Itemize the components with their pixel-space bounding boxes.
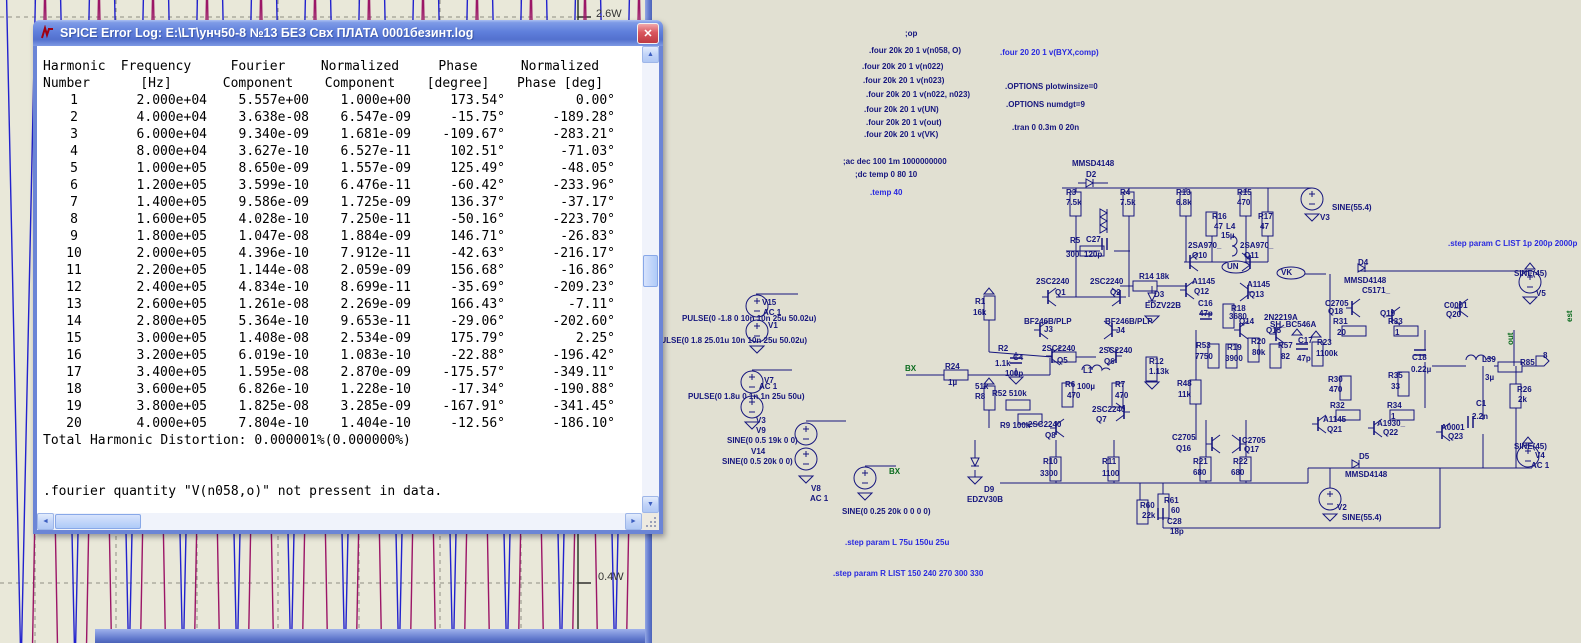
log-total-line: Total Harmonic Distortion: 0.000001%(0.0… [43,433,411,448]
scroll-right-button[interactable]: ► [625,513,642,530]
log-table-row: 5 1.000e+05 8.650e-09 1.557e-09 125.49° -48.0… [70,161,615,176]
log-table-row: 17 3.400e+05 1.595e-08 2.870e-09 -175.57° -34… [66,365,615,380]
waveform-window-bottom-frame [95,629,647,643]
log-table-row: 12 2.400e+05 4.834e-10 8.699e-11 -35.69° -209… [66,280,615,295]
log-error-line: .fourier quantity "V(n058,o)" not presse… [43,484,443,499]
ltspice-app-icon [41,25,53,39]
log-table-row: 3 6.000e+04 9.340e-09 1.681e-09 -109.67° -283… [70,127,615,142]
log-table-row: 20 4.000e+05 7.804e-10 1.404e-10 -12.56° -186… [66,416,615,431]
vertical-scroll-thumb[interactable] [643,255,658,287]
close-icon: ✕ [643,27,653,40]
window-titlebar[interactable]: SPICE Error Log: E:\LT\унч50-8 №13 БЕЗ С… [33,20,663,46]
log-table-row: 16 3.200e+05 6.019e-10 1.083e-10 -22.88° -196… [66,348,615,363]
log-table-row: 11 2.200e+05 1.144e-08 2.059e-09 156.68° -16.… [66,263,615,278]
spice-error-log-window: SPICE Error Log: E:\LT\унч50-8 №13 БЕЗ С… [33,20,663,534]
log-table-row: 8 1.600e+05 4.028e-10 7.250e-11 -50.16° -223.… [70,212,615,227]
log-table-header: Harmonic Frequency Fourier Normalized Phase N… [43,59,600,74]
scroll-up-icon: ▲ [647,51,654,58]
vertical-scrollbar[interactable]: ▲ ▼ [642,46,659,513]
log-table-row: 14 2.800e+05 5.364e-10 9.653e-11 -29.06° -202… [66,314,615,329]
log-table-row: 15 3.000e+05 1.408e-08 2.534e-09 175.79° 2.25… [66,331,615,346]
scroll-down-button[interactable]: ▼ [642,496,659,513]
log-table-row: 9 1.800e+05 1.047e-08 1.884e-09 146.71° -26.8… [70,229,615,244]
log-table-row: 13 2.600e+05 1.261e-08 2.269e-09 166.43° -7.1… [66,297,615,312]
log-table-row: 1 2.000e+04 5.557e+00 1.000e+00 173.54° 0.00° [70,93,615,108]
window-title: SPICE Error Log: E:\LT\унч50-8 №13 БЕЗ С… [60,26,474,40]
log-table-header: Number [Hz] Component Component [degree] Phas… [43,76,604,91]
log-table-row: 7 1.400e+05 9.586e-09 1.725e-09 136.37° -37.1… [70,195,615,210]
plot-tick-top: 2.6W [596,8,622,20]
scroll-left-button[interactable]: ◄ [37,513,54,530]
log-table-row: 2 4.000e+04 3.638e-08 6.547e-09 -15.75° -189.… [70,110,615,125]
resize-grip[interactable] [642,513,659,530]
horizontal-scroll-thumb[interactable] [55,514,141,529]
log-table-row: 6 1.200e+05 3.599e-10 6.476e-11 -60.42° -233.… [70,178,615,193]
schematic-canvas[interactable] [652,0,1581,643]
ltspice-application: 2.6W 0.4W ;op .four 20k 20 1 v(n058, O) .f… [0,0,1581,643]
scroll-left-icon: ◄ [42,518,49,525]
plot-tick-bottom: 0.4W [598,571,624,583]
log-table-row: 10 2.000e+05 4.396e-10 7.912e-11 -42.63° -216… [66,246,615,261]
close-button[interactable]: ✕ [637,22,659,44]
scroll-right-icon: ► [630,518,637,525]
scroll-down-icon: ▼ [647,501,654,508]
log-client-area: Harmonic Frequency Fourier Normalized Phase N… [37,46,659,530]
log-text: Harmonic Frequency Fourier Normalized Phase N… [37,46,642,513]
log-table-row: 18 3.600e+05 6.826e-10 1.228e-10 -17.34° -190… [66,382,615,397]
log-table-row: 4 8.000e+04 3.627e-10 6.527e-11 102.51° -71.0… [70,144,615,159]
horizontal-scrollbar[interactable]: ◄ ► [37,513,642,530]
scroll-up-button[interactable]: ▲ [642,46,659,63]
log-table-row: 19 3.800e+05 1.825e-08 3.285e-09 -167.91° -34… [66,399,615,414]
